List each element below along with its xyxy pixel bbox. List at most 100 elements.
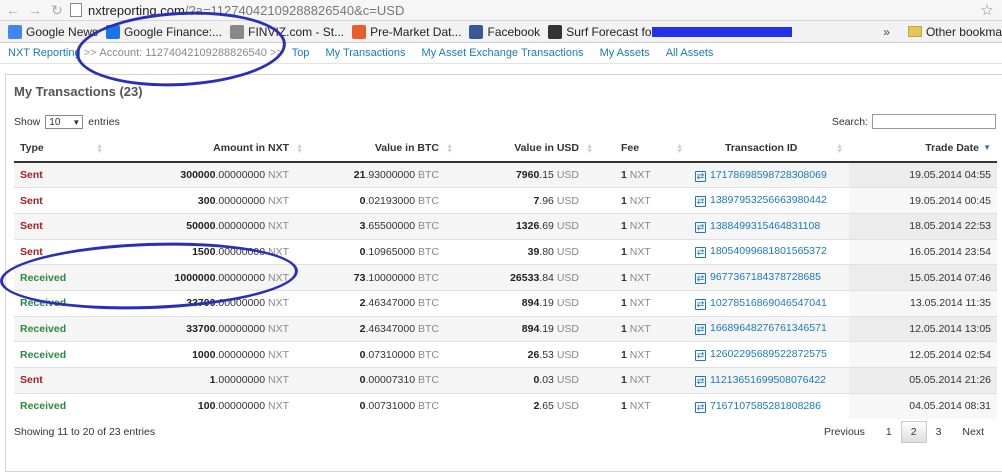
column-header-fee[interactable]: Fee ▲ ▼ bbox=[599, 135, 689, 163]
bookmark-star-icon[interactable]: ☆ bbox=[978, 1, 996, 19]
btc-unit: BTC bbox=[418, 271, 439, 284]
show-label: Show bbox=[14, 116, 41, 128]
bookmark-item[interactable]: Google News bbox=[8, 24, 98, 39]
entries-select[interactable]: 10 ▼ bbox=[45, 115, 84, 129]
fee-unit: NXT bbox=[629, 348, 651, 361]
breadcrumb-separator: >> bbox=[269, 47, 283, 59]
amount-decimal: .00000000 bbox=[215, 322, 266, 335]
trade-date: 04.05.2014 08:31 bbox=[909, 400, 991, 413]
page-length-control: Show 10 ▼ entries bbox=[14, 115, 120, 129]
amount-unit: NXT bbox=[268, 245, 289, 258]
transaction-id-cell: ⇄ 12602295689522872575 bbox=[689, 341, 849, 368]
brand-link[interactable]: NXT Reporting bbox=[8, 47, 81, 59]
column-header-btc[interactable]: Value in BTC ▲ ▼ bbox=[309, 135, 459, 163]
transaction-id-link[interactable]: 11213651699508076422 bbox=[710, 374, 826, 386]
bookmark-item[interactable]: Pre-Market Dat... bbox=[352, 24, 462, 39]
finviz-icon bbox=[230, 24, 245, 39]
nav-link-my-assets[interactable]: My Assets bbox=[600, 47, 650, 59]
sort-icon: ▲ ▼ bbox=[96, 143, 103, 155]
transaction-id-link[interactable]: 17178698598728308069 bbox=[710, 169, 827, 181]
amount-decimal: .00000000 bbox=[215, 220, 266, 233]
search-input[interactable] bbox=[872, 114, 996, 129]
other-bookmarks[interactable]: Other bookma bbox=[907, 25, 1002, 39]
exchange-arrows-icon[interactable]: ⇄ bbox=[695, 298, 706, 310]
transaction-id-link[interactable]: 9677367184378728685 bbox=[710, 271, 821, 283]
previous-page-button[interactable]: Previous bbox=[812, 422, 877, 442]
fee-cell: 1 NXT bbox=[599, 238, 689, 265]
url-path: /?a=11274042109288826540&c=USD bbox=[184, 2, 405, 18]
page-button-3[interactable]: 3 bbox=[927, 422, 951, 442]
transaction-id-link[interactable]: 16689648276761346571 bbox=[710, 322, 827, 334]
column-header-amount[interactable]: Amount in NXT ▲ ▼ bbox=[109, 135, 309, 163]
fee-unit: NXT bbox=[629, 297, 651, 310]
btc-cell: 2.46347000 BTC bbox=[309, 315, 459, 342]
exchange-arrows-icon[interactable]: ⇄ bbox=[695, 170, 706, 182]
trade-date: 12.05.2014 13:05 bbox=[909, 322, 991, 335]
exchange-arrows-icon[interactable]: ⇄ bbox=[695, 221, 706, 233]
bookmark-item[interactable]: Surf Forecast fo... bbox=[548, 24, 662, 39]
next-page-button[interactable]: Next bbox=[950, 422, 996, 442]
reload-icon[interactable]: ↻ bbox=[48, 1, 66, 19]
amount-unit: NXT bbox=[268, 400, 289, 413]
bookmark-item[interactable]: FINVIZ.com - St... bbox=[230, 24, 344, 39]
bookmark-item[interactable]: Google Finance:... bbox=[106, 24, 222, 39]
bookmark-label: Pre-Market Dat... bbox=[370, 24, 462, 39]
column-header-usd[interactable]: Value in USD ▲ ▼ bbox=[459, 135, 599, 163]
transaction-id-link[interactable]: 10278516869046547041 bbox=[710, 297, 827, 309]
sort-icon: ▲ ▼ bbox=[446, 143, 453, 155]
usd-unit: USD bbox=[556, 245, 579, 258]
fee-value: 1 bbox=[621, 322, 627, 335]
exchange-arrows-icon[interactable]: ⇄ bbox=[695, 247, 706, 259]
amount-unit: NXT bbox=[268, 220, 289, 233]
back-arrow-icon[interactable]: ← bbox=[4, 1, 22, 19]
exchange-arrows-icon[interactable]: ⇄ bbox=[695, 375, 706, 387]
bookmarks-bar: Google News Google Finance:... FINVIZ.com … bbox=[0, 21, 1002, 43]
column-header-transaction-id[interactable]: Transaction ID ▲ ▼ bbox=[689, 135, 849, 163]
type-cell: Received bbox=[14, 315, 109, 342]
btc-unit: BTC bbox=[418, 374, 439, 387]
btc-unit: BTC bbox=[418, 348, 439, 361]
page-button-1[interactable]: 1 bbox=[877, 422, 901, 442]
more-bookmarks-chevron[interactable]: » bbox=[883, 25, 890, 39]
usd-unit: USD bbox=[556, 322, 579, 335]
column-header-label: Value in BTC bbox=[374, 142, 439, 154]
exchange-arrows-icon[interactable]: ⇄ bbox=[695, 401, 706, 413]
nav-link-my-asset-exchange-transactions[interactable]: My Asset Exchange Transactions bbox=[422, 47, 584, 59]
transaction-type: Sent bbox=[20, 220, 43, 233]
column-header-trade-date[interactable]: Trade Date ▼ bbox=[849, 135, 997, 163]
fee-unit: NXT bbox=[629, 245, 651, 258]
nav-link-all-assets[interactable]: All Assets bbox=[666, 47, 714, 59]
exchange-arrows-icon[interactable]: ⇄ bbox=[695, 196, 706, 208]
amount-unit: NXT bbox=[268, 194, 289, 207]
url-host: nxtreporting.com bbox=[88, 2, 185, 18]
transaction-id-link[interactable]: 7167107585281808286 bbox=[710, 400, 821, 412]
forward-arrow-icon[interactable]: → bbox=[26, 1, 44, 19]
btc-unit: BTC bbox=[418, 322, 439, 335]
transaction-id-link[interactable]: 12602295689522872575 bbox=[710, 348, 827, 360]
trade-date: 18.05.2014 22:53 bbox=[909, 220, 991, 233]
exchange-arrows-icon[interactable]: ⇄ bbox=[695, 273, 706, 285]
usd-cell: 7960.15 USD bbox=[459, 161, 599, 188]
transaction-id-link[interactable]: 18054099681801565372 bbox=[710, 245, 827, 257]
nav-link-top[interactable]: Top bbox=[292, 47, 310, 59]
btc-cell: 0.10965000 BTC bbox=[309, 238, 459, 265]
column-header-type[interactable]: Type ▲ ▼ bbox=[14, 135, 109, 163]
nav-link-my-transactions[interactable]: My Transactions bbox=[325, 47, 405, 59]
site-navigation: NXT Reporting >> Account: 11274042109288… bbox=[0, 43, 1002, 64]
amount-integer: 100 bbox=[197, 400, 216, 413]
table-row: Sent 1.00000000 NXT 0.00007310 BTC 0.03 USD… bbox=[14, 367, 997, 394]
address-bar[interactable]: nxtreporting.com/?a=11274042109288826540… bbox=[70, 1, 974, 19]
trade-date-cell: 19.05.2014 00:45 bbox=[849, 187, 997, 214]
page-button-2[interactable]: 2 bbox=[900, 421, 927, 443]
transaction-id-link[interactable]: 13897953256663980442 bbox=[710, 194, 827, 206]
amount-cell: 1.00000000 NXT bbox=[109, 367, 309, 394]
exchange-arrows-icon[interactable]: ⇄ bbox=[695, 350, 706, 362]
column-header-label: Type bbox=[20, 142, 44, 154]
transaction-id-link[interactable]: 1388499315464831108 bbox=[710, 220, 820, 232]
fee-cell: 1 NXT bbox=[599, 264, 689, 291]
exchange-arrows-icon[interactable]: ⇄ bbox=[695, 324, 706, 336]
bookmark-item[interactable]: Facebook bbox=[469, 24, 540, 39]
amount-integer: 300 bbox=[197, 194, 216, 207]
transaction-type: Sent bbox=[20, 374, 43, 387]
type-cell: Received bbox=[14, 289, 109, 317]
